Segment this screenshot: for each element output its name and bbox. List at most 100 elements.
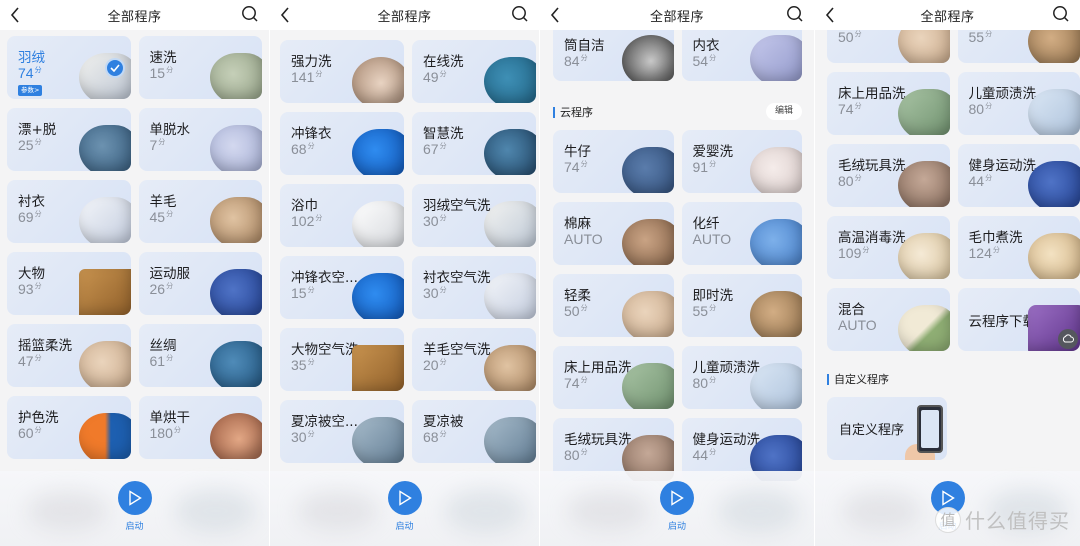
- program-card[interactable]: 健身运动洗 44分: [957, 144, 1080, 207]
- program-card[interactable]: 摇篮柔洗 47分: [7, 324, 131, 387]
- program-name: 护色洗: [18, 410, 59, 426]
- section-title: 云程序: [560, 106, 593, 119]
- program-card[interactable]: 床上用品洗 74分: [827, 72, 950, 135]
- program-card[interactable]: 大物空气洗 35分: [280, 328, 404, 391]
- search-button[interactable]: [786, 5, 806, 25]
- program-time: 80分: [838, 173, 862, 189]
- start-button[interactable]: [117, 481, 152, 515]
- screen-4: 全部程序 50分 55分 床上用品洗 74分 儿童顽渍洗 80分 毛绒玩具洗 8…: [815, 0, 1080, 546]
- search-icon: [242, 6, 258, 22]
- page-title: 全部程序: [920, 9, 975, 25]
- program-time: 102分: [291, 213, 323, 229]
- program-card[interactable]: 大物 93分: [7, 252, 131, 315]
- down-air-wash-image: [474, 191, 536, 247]
- search-icon: [1053, 6, 1069, 22]
- program-name: 大物: [18, 266, 45, 282]
- program-card-down[interactable]: 羽绒 74分 参数>: [7, 36, 131, 99]
- program-card[interactable]: 儿童顽渍洗 80分: [957, 72, 1080, 135]
- edit-button[interactable]: 编辑: [765, 103, 802, 120]
- program-card[interactable]: 毛绒玩具洗 80分: [827, 144, 950, 207]
- program-card[interactable]: 单烘干 180分: [138, 396, 262, 459]
- back-button[interactable]: [278, 6, 292, 24]
- chevron-left-icon: [10, 7, 19, 23]
- custom-program-card[interactable]: 自定义程序: [827, 397, 947, 460]
- program-time: 141分: [291, 69, 323, 85]
- program-time: 50分: [564, 303, 588, 319]
- program-time: 180分: [149, 425, 181, 441]
- program-name: 摇篮柔洗: [18, 338, 72, 354]
- program-card[interactable]: 羊毛 45分: [138, 180, 262, 243]
- program-card[interactable]: 化纤 AUTO: [681, 202, 802, 265]
- program-card[interactable]: 轻柔 50分: [553, 274, 674, 337]
- program-name: 牛仔: [564, 144, 591, 160]
- back-button[interactable]: [823, 6, 837, 24]
- program-card[interactable]: 棉麻 AUTO: [553, 202, 674, 265]
- back-button[interactable]: [548, 6, 562, 24]
- program-card[interactable]: 护色洗 60分: [7, 396, 131, 459]
- jacket-image: [342, 119, 404, 175]
- start-button[interactable]: [660, 481, 694, 515]
- program-card[interactable]: 高温消毒洗 109分: [827, 216, 950, 279]
- search-button[interactable]: [511, 5, 531, 25]
- program-card[interactable]: 儿童顽渍洗 80分: [681, 346, 802, 409]
- towel-boil-image: [1018, 223, 1080, 279]
- program-name: 羊毛: [149, 194, 177, 210]
- program-card[interactable]: 夏凉被 68分: [412, 400, 536, 463]
- program-time: 67分: [423, 141, 447, 157]
- start-button[interactable]: [387, 481, 422, 515]
- synthetic-image: [740, 209, 802, 265]
- custom-program-name: 自定义程序: [839, 423, 905, 438]
- program-card[interactable]: 浴巾 102分: [280, 184, 404, 247]
- summer-quilt-image: [474, 407, 536, 463]
- program-card[interactable]: 智慧洗 67分: [412, 112, 536, 175]
- program-card[interactable]: 羊毛空气洗 20分: [412, 328, 536, 391]
- program-card[interactable]: 爱婴洗 91分: [681, 130, 802, 193]
- chevron-left-icon: [280, 7, 289, 23]
- page-title: 全部程序: [377, 9, 432, 25]
- program-card[interactable]: 单脱水 7分: [138, 108, 262, 171]
- program-card[interactable]: 即时洗 55分: [681, 274, 802, 337]
- program-card[interactable]: 羽绒空气洗 30分: [412, 184, 536, 247]
- phone-image: [917, 405, 943, 453]
- back-button[interactable]: [8, 6, 22, 24]
- bedding-image: [612, 353, 674, 409]
- program-card[interactable]: 衬衣 69分: [7, 180, 131, 243]
- program-card[interactable]: 丝绸 61分: [138, 324, 262, 387]
- params-button[interactable]: 参数>: [18, 85, 43, 96]
- program-card[interactable]: 速洗 15分: [138, 36, 262, 99]
- bottom-bar: 启动: [0, 471, 269, 546]
- screen-3: 全部程序 筒自洁 84分 内衣 54分 云程序 编辑 牛仔 74分 爱婴洗 91…: [540, 0, 815, 546]
- program-card[interactable]: 强力洗 141分: [280, 40, 404, 103]
- program-card[interactable]: 牛仔 74分: [553, 130, 674, 193]
- program-card[interactable]: 漂+脱 25分: [7, 108, 131, 171]
- program-card[interactable]: 毛巾煮洗 124分: [957, 216, 1080, 279]
- play-icon: [941, 490, 955, 506]
- search-button[interactable]: [1052, 5, 1072, 25]
- screenshot-collage: 全部程序 羽绒 74分 参数> 速洗 15分 漂+脱 25分 单脱水 7分 衬衣…: [0, 0, 1080, 546]
- program-time: 7分: [149, 137, 166, 153]
- section-accent: [553, 106, 555, 118]
- search-button[interactable]: [241, 5, 261, 25]
- top-bar: 全部程序: [540, 0, 814, 30]
- program-card[interactable]: 衬衣空气洗 30分: [412, 256, 536, 319]
- kids-stain-image: [1018, 79, 1080, 135]
- program-card[interactable]: 冲锋衣 68分: [280, 112, 404, 175]
- page-title: 全部程序: [107, 9, 162, 25]
- program-name: 混合: [838, 302, 865, 318]
- plush-toy-image: [888, 151, 950, 207]
- program-card[interactable]: 在线洗 49分: [412, 40, 536, 103]
- program-time: 74分: [18, 65, 42, 81]
- program-card[interactable]: 夏凉被空... 30分: [280, 400, 404, 463]
- program-card[interactable]: 运动服 26分: [138, 252, 262, 315]
- sanitize-image: [888, 223, 950, 279]
- program-name: 智慧洗: [423, 126, 464, 142]
- program-card[interactable]: 床上用品洗 74分: [553, 346, 674, 409]
- cloud-download-card[interactable]: 云程序下载: [957, 288, 1080, 351]
- search-icon: [512, 6, 528, 22]
- program-name: 冲锋衣: [291, 126, 332, 142]
- cloud-program-grid: 牛仔 74分 爱婴洗 91分 棉麻 AUTO 化纤 AUTO 轻柔 50分 即时…: [553, 130, 802, 481]
- program-card[interactable]: 混合 AUTO: [827, 288, 950, 351]
- program-card[interactable]: 冲锋衣空... 15分: [280, 256, 404, 319]
- program-time: 68分: [291, 141, 315, 157]
- smart-wash-image: [474, 119, 536, 175]
